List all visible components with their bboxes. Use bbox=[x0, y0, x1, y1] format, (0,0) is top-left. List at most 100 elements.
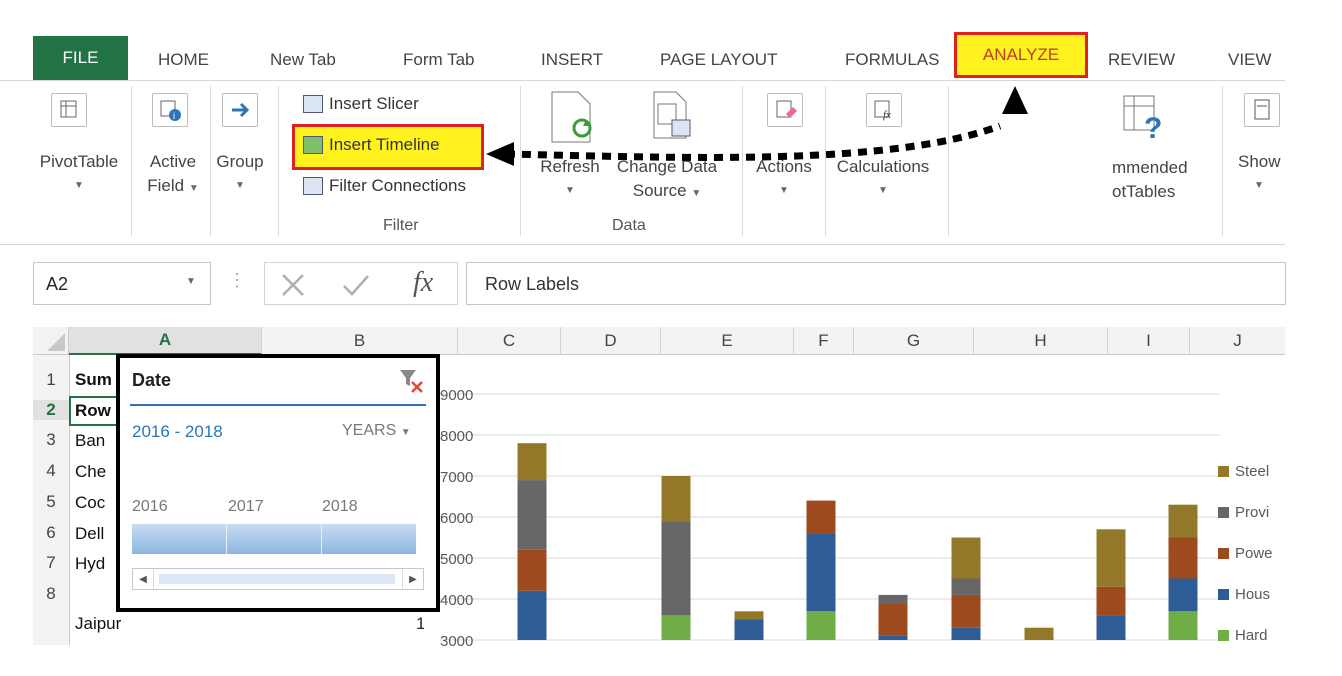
row-header[interactable]: 6 bbox=[33, 523, 69, 543]
tab-form-tab[interactable]: Form Tab bbox=[403, 50, 475, 70]
column-header-c[interactable]: C bbox=[458, 327, 561, 355]
cell-a4[interactable]: Che bbox=[75, 462, 106, 482]
filter-connections-icon bbox=[303, 177, 323, 195]
row-header[interactable]: 4 bbox=[33, 461, 69, 481]
timeline-scrollbar[interactable]: ◀ ▶ bbox=[132, 568, 424, 590]
show-button[interactable]: Show ▼ bbox=[1238, 150, 1285, 198]
timeline-selection-bar[interactable] bbox=[132, 524, 416, 554]
tab-insert[interactable]: INSERT bbox=[541, 50, 603, 70]
group-separator bbox=[131, 86, 132, 236]
cell-a1[interactable]: Sum bbox=[75, 370, 112, 390]
legend-swatch bbox=[1218, 630, 1229, 641]
timeline-period[interactable] bbox=[227, 524, 322, 554]
tab-new-tab[interactable]: New Tab bbox=[270, 50, 336, 70]
corner-triangle-icon bbox=[47, 333, 65, 351]
timeline-level-dropdown[interactable]: YEARS ▼ bbox=[342, 422, 411, 440]
svg-text:i: i bbox=[173, 111, 175, 121]
row-header[interactable]: 3 bbox=[33, 430, 69, 450]
active-field-button[interactable]: Active Field ▼ bbox=[140, 150, 206, 201]
source-row: Source ▼ bbox=[612, 179, 722, 206]
column-header-i[interactable]: I bbox=[1108, 327, 1190, 355]
legend-swatch bbox=[1218, 466, 1229, 477]
timeline-period[interactable] bbox=[132, 524, 227, 554]
group-separator bbox=[1222, 86, 1223, 236]
ribbon-bottom-border bbox=[0, 244, 1285, 245]
recommended-pivottables-button[interactable]: mmended otTables bbox=[1112, 156, 1212, 204]
show-icon[interactable] bbox=[1244, 93, 1280, 127]
pivottable-icon-graphic bbox=[60, 100, 77, 118]
formula-input[interactable]: Row Labels bbox=[466, 262, 1286, 305]
enter-icon[interactable] bbox=[341, 271, 371, 299]
group-button[interactable]: Group ▼ bbox=[216, 150, 264, 198]
column-header-d[interactable]: D bbox=[561, 327, 661, 355]
bar-segment bbox=[878, 635, 908, 640]
chevron-down-icon: ▼ bbox=[779, 185, 789, 196]
insert-slicer-button[interactable]: Insert Slicer bbox=[303, 94, 419, 114]
select-all-corner[interactable] bbox=[33, 327, 69, 355]
column-header-g[interactable]: G bbox=[854, 327, 974, 355]
bar-segment bbox=[1168, 611, 1198, 640]
active-field-icon-graphic: i bbox=[160, 100, 181, 121]
row-header[interactable]: 7 bbox=[33, 553, 69, 573]
column-header-f[interactable]: F bbox=[794, 327, 854, 355]
file-tab[interactable]: FILE bbox=[33, 36, 128, 80]
row-header[interactable]: 2 bbox=[33, 400, 69, 420]
recommended-pivottables-icon[interactable]: ? bbox=[1120, 92, 1168, 147]
pivottable-icon[interactable] bbox=[51, 93, 87, 127]
bar-segment bbox=[517, 549, 547, 591]
chevron-down-icon[interactable]: ▼ bbox=[186, 276, 196, 287]
bar-segment bbox=[517, 443, 547, 481]
column-header-h[interactable]: H bbox=[974, 327, 1108, 355]
tab-page-layout[interactable]: PAGE LAYOUT bbox=[660, 50, 777, 70]
stacked-bar-chart[interactable]: 9000 8000 7000 6000 5000 4000 3000 Steel Provi Po… bbox=[440, 356, 1285, 646]
date-timeline[interactable]: Date 2016 - 2018 YEARS ▼ 2016 2017 2018 … bbox=[116, 354, 440, 612]
row-header[interactable]: 8 bbox=[33, 584, 69, 604]
bar-segment bbox=[878, 594, 908, 604]
tab-review[interactable]: REVIEW bbox=[1108, 50, 1178, 70]
cell-b8[interactable]: 1 bbox=[416, 614, 424, 634]
timeline-period[interactable] bbox=[322, 524, 416, 554]
legend-label: Steel bbox=[1235, 463, 1269, 480]
scroll-left-icon[interactable]: ◀ bbox=[133, 569, 154, 589]
scroll-thumb[interactable] bbox=[159, 574, 395, 584]
chevron-down-icon: ▼ bbox=[691, 188, 702, 199]
row-header[interactable]: 1 bbox=[33, 370, 69, 390]
svg-text:?: ? bbox=[1144, 112, 1162, 142]
cell-a8[interactable]: Jaipur bbox=[75, 614, 121, 634]
column-header-b[interactable]: B bbox=[262, 327, 458, 355]
timeline-title: Date bbox=[132, 370, 172, 390]
formula-content: Row Labels bbox=[485, 274, 580, 294]
bar-segment bbox=[1024, 627, 1054, 640]
name-box[interactable]: A2 ▼ bbox=[33, 262, 211, 305]
clear-filter-icon[interactable] bbox=[396, 366, 428, 394]
insert-timeline-button[interactable]: Insert Timeline bbox=[303, 135, 440, 155]
active-field-icon[interactable]: i bbox=[152, 93, 188, 127]
cell-a3[interactable]: Ban bbox=[75, 431, 105, 451]
insert-timeline-label: Insert Timeline bbox=[329, 135, 440, 154]
tab-view[interactable]: VIEW bbox=[1228, 50, 1271, 70]
cancel-icon[interactable] bbox=[279, 271, 307, 299]
calculator-icon bbox=[1254, 99, 1270, 120]
column-header-a[interactable]: A bbox=[69, 327, 262, 355]
cell-a2[interactable]: Row bbox=[75, 401, 111, 421]
filter-connections-label: Filter Connections bbox=[329, 176, 467, 195]
insert-function-icon[interactable]: fx bbox=[413, 267, 433, 299]
cell-a6[interactable]: Dell bbox=[75, 524, 104, 544]
scroll-right-icon[interactable]: ▶ bbox=[402, 569, 423, 589]
file-tab-label: FILE bbox=[62, 48, 99, 67]
tab-analyze[interactable]: ANALYZE bbox=[954, 32, 1088, 78]
filter-connections-button[interactable]: Filter Connections bbox=[303, 176, 466, 196]
bar-segment bbox=[734, 619, 764, 640]
timeline-year-label: 2017 bbox=[228, 498, 264, 515]
legend-swatch bbox=[1218, 548, 1229, 559]
group-icon[interactable] bbox=[222, 93, 258, 127]
cell-a5[interactable]: Coc bbox=[75, 493, 105, 513]
row-header[interactable]: 5 bbox=[33, 492, 69, 512]
tab-home[interactable]: HOME bbox=[158, 50, 209, 70]
column-header-e[interactable]: E bbox=[661, 327, 794, 355]
pivottable-button[interactable]: PivotTable ▼ bbox=[33, 150, 125, 198]
column-header-j[interactable]: J bbox=[1190, 327, 1285, 355]
tab-formulas[interactable]: FORMULAS bbox=[845, 50, 953, 70]
cell-a7[interactable]: Hyd bbox=[75, 554, 105, 574]
bar-segment bbox=[661, 615, 691, 640]
